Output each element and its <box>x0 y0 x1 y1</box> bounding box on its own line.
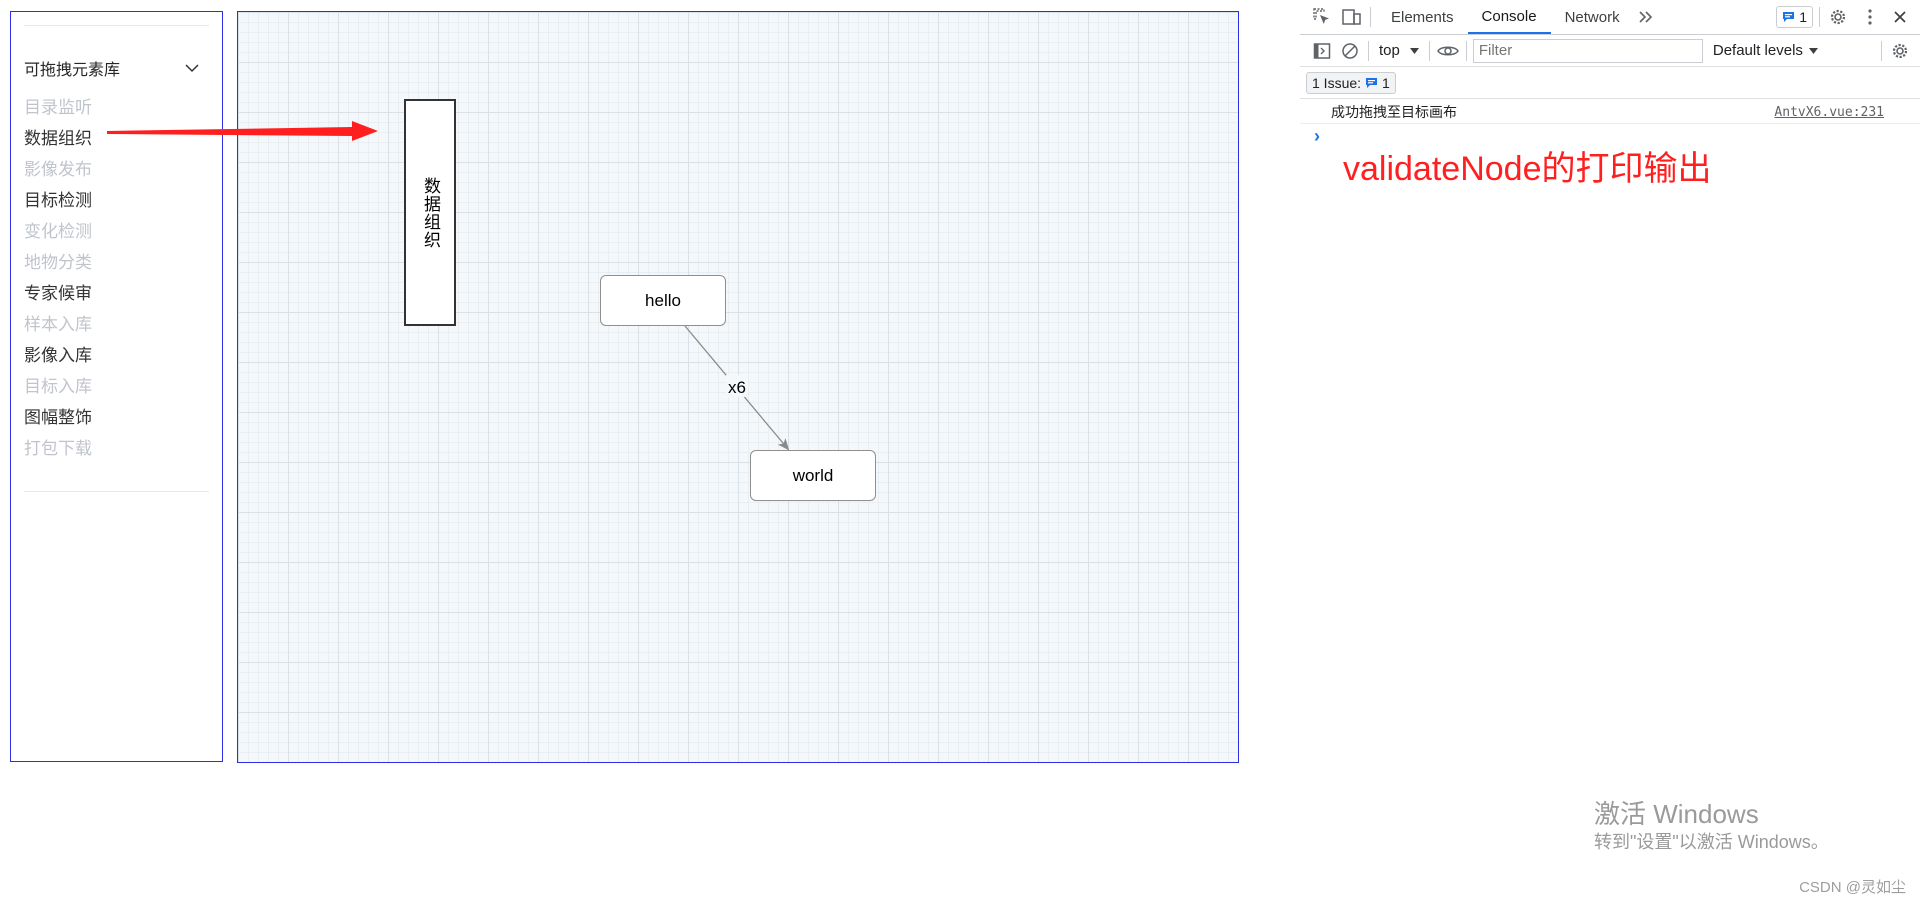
stencil-item[interactable]: 影像入库 <box>24 340 92 371</box>
node-hello[interactable]: hello <box>600 275 726 326</box>
edge-label[interactable]: x6 <box>728 378 746 397</box>
node-world-label: world <box>792 465 834 485</box>
node-world[interactable]: world <box>750 450 876 501</box>
node-data-organization-label: 数据组织 <box>421 176 440 249</box>
kebab-menu-icon[interactable] <box>1858 5 1882 29</box>
log-source-link[interactable]: AntvX6.vue:231 <box>1774 105 1884 120</box>
issues-label: 1 Issue: <box>1312 74 1362 91</box>
edge-hello-world[interactable] <box>684 325 790 451</box>
edge-label-bg <box>726 375 748 397</box>
stencil-item: 变化检测 <box>24 222 92 241</box>
toolbar-separator <box>1370 7 1371 27</box>
device-toolbar-icon[interactable] <box>1340 5 1364 29</box>
sidebar-toggle-icon[interactable] <box>1310 39 1334 63</box>
clear-console-icon[interactable] <box>1338 39 1362 63</box>
dropdown-arrow-icon <box>1409 47 1419 54</box>
stencil-item: 打包下载 <box>24 439 92 458</box>
toolbar-separator <box>1819 7 1820 27</box>
context-selector[interactable]: top <box>1375 42 1423 59</box>
filter-input[interactable] <box>1472 38 1703 63</box>
chevron-down-icon <box>185 63 199 72</box>
stencil-item[interactable]: 图幅整饰 <box>24 402 92 433</box>
bottom-divider <box>24 491 209 492</box>
log-levels-value: Default levels <box>1712 42 1803 59</box>
windows-activation-overlay: 激活 Windows 转到"设置"以激活 Windows。 <box>1594 798 1829 854</box>
toolbar-separator <box>1881 40 1882 61</box>
activation-subtitle: 转到"设置"以激活 Windows。 <box>1594 832 1829 852</box>
csdn-watermark: CSDN @灵如尘 <box>1799 879 1906 896</box>
tab-console[interactable]: Console <box>1467 0 1551 34</box>
close-icon[interactable] <box>1888 5 1912 29</box>
stencil-item: 目录监听 <box>24 98 92 117</box>
stencil-group-title: 可拖拽元素库 <box>24 62 121 79</box>
toolbar-separator <box>1428 40 1430 61</box>
devtools-panel: Elements Console Network 1 top Filter De… <box>1300 0 1920 902</box>
console-prompt-icon[interactable]: › <box>1314 126 1320 147</box>
more-tabs-icon[interactable] <box>1634 5 1658 29</box>
console-settings-gear-icon[interactable] <box>1888 39 1912 63</box>
stencil-item[interactable]: 数据组织 <box>24 123 92 154</box>
log-message: 成功拖拽至目标画布 <box>1331 104 1457 120</box>
node-data-organization[interactable]: 数据组织 <box>404 99 456 326</box>
issues-count: 1 <box>1382 74 1390 91</box>
stencil-panel: 可拖拽元素库 目录监听数据组织影像发布目标检测变化检测地物分类专家候审样本入库影… <box>10 11 223 762</box>
issues-badge-count: 1 <box>1799 9 1807 25</box>
stencil-item: 地物分类 <box>24 253 92 272</box>
context-value: top <box>1379 42 1400 59</box>
activation-title: 激活 Windows <box>1594 799 1759 829</box>
stencil-group-header[interactable]: 可拖拽元素库 <box>24 46 209 90</box>
tab-elements[interactable]: Elements <box>1377 0 1468 34</box>
message-icon <box>1366 77 1378 88</box>
stencil-item: 目标入库 <box>24 377 92 396</box>
console-toolbar: top Default levels <box>1300 35 1920 67</box>
annotation-text: validateNode的打印输出 <box>1343 150 1712 188</box>
inspect-element-icon[interactable] <box>1310 5 1334 29</box>
stencil-item: 影像发布 <box>24 160 92 179</box>
devtools-tab-bar: Elements Console Network 1 <box>1300 0 1920 35</box>
node-hello-label: hello <box>645 290 681 310</box>
stencil-item[interactable]: 专家候审 <box>24 278 92 309</box>
edge-layer: x6 <box>684 325 790 451</box>
log-levels-dropdown[interactable]: Default levels <box>1713 42 1818 59</box>
toolbar-separator <box>1368 40 1369 61</box>
issues-bar: 1 Issue: 1 <box>1300 67 1920 99</box>
graph-canvas[interactable]: x6 数据组织 hello world <box>237 11 1239 763</box>
message-icon <box>1783 12 1795 22</box>
stencil-item[interactable]: 目标检测 <box>24 185 92 216</box>
issues-badge[interactable]: 1 <box>1776 6 1813 28</box>
top-divider <box>24 25 209 26</box>
toolbar-separator <box>1465 40 1467 61</box>
settings-gear-icon[interactable] <box>1826 5 1850 29</box>
stencil-item: 样本入库 <box>24 315 92 334</box>
dropdown-arrow-icon <box>1808 47 1818 54</box>
tab-network[interactable]: Network <box>1551 0 1634 34</box>
console-log-row: 成功拖拽至目标画布 AntvX6.vue:231 <box>1300 101 1920 124</box>
issues-link[interactable]: 1 Issue: 1 <box>1306 71 1396 94</box>
live-expression-eye-icon[interactable] <box>1436 39 1460 63</box>
stencil-item-list: 目录监听数据组织影像发布目标检测变化检测地物分类专家候审样本入库影像入库目标入库… <box>24 92 92 464</box>
